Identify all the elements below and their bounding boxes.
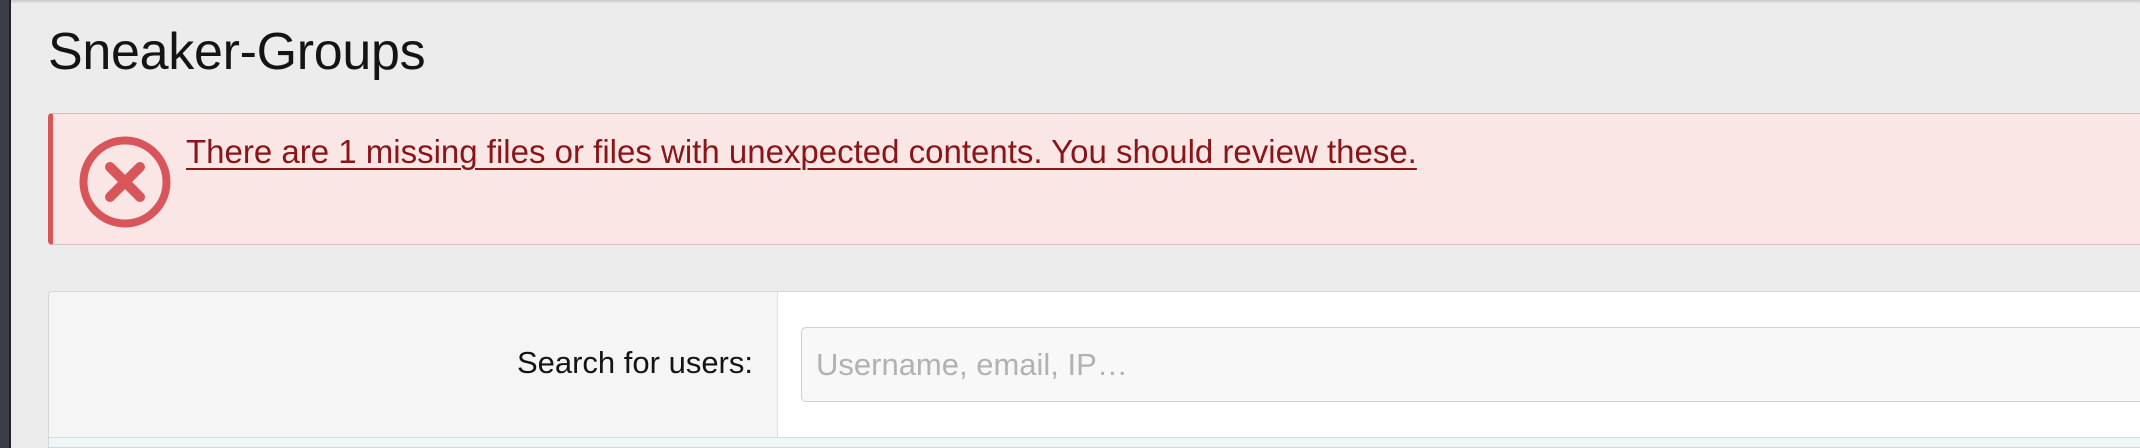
header-shadow — [11, 0, 2140, 4]
user-search-panel: Search for users: — [48, 291, 2140, 448]
user-search-input[interactable] — [801, 327, 2140, 402]
search-panel-footer — [49, 437, 2140, 447]
window-left-frame — [0, 0, 9, 448]
review-files-link[interactable]: There are 1 missing files or files with … — [186, 132, 1417, 172]
page-title: Sneaker-Groups — [48, 23, 426, 81]
search-label: Search for users: — [516, 345, 753, 380]
window-left-frame-edge — [9, 0, 11, 448]
search-label-cell: Search for users: — [49, 292, 778, 437]
error-circle-x-icon — [79, 136, 171, 228]
